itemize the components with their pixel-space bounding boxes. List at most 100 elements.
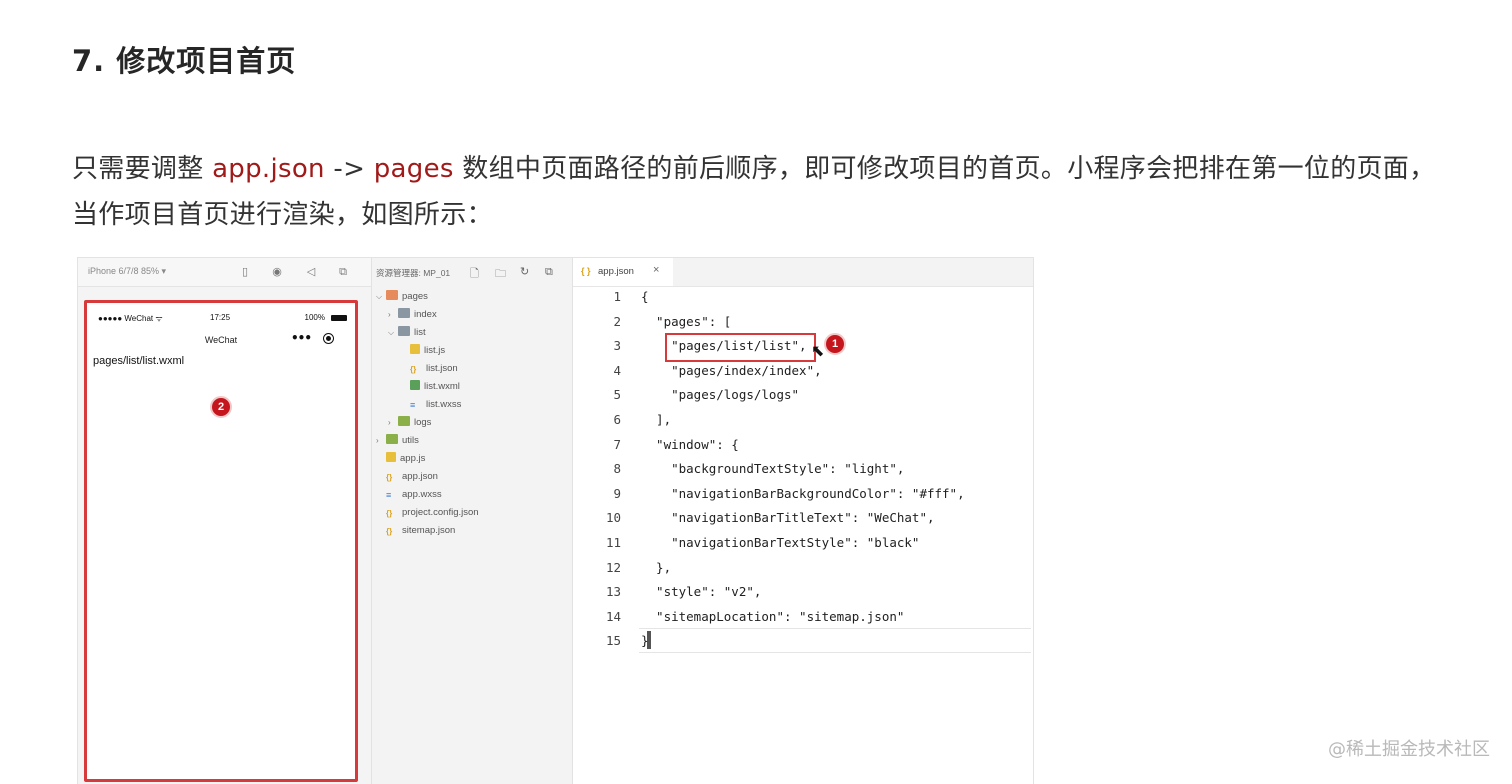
tree-item[interactable]: app.js <box>376 451 425 467</box>
tab-label: app.json <box>598 266 634 277</box>
detach-window-icon[interactable]: ⧉ <box>336 265 350 279</box>
chevron-icon: › <box>388 418 391 427</box>
phone-screen: ●●●●● WeChat ᯤ 17:25 100% WeChat ••• pag… <box>84 300 358 782</box>
line-number: 11 <box>605 535 621 550</box>
device-select[interactable]: iPhone 6/7/8 85% ▾ <box>88 266 166 277</box>
tree-item[interactable]: ⌵ list <box>388 325 426 341</box>
code-line: "backgroundTextStyle": "light", <box>641 461 905 477</box>
tree-item-label: list.wxml <box>424 381 460 392</box>
battery-icon <box>331 315 347 321</box>
new-folder-icon[interactable]: 🗀 <box>495 265 506 284</box>
para-text-2: -> <box>324 154 374 184</box>
line-number: 3 <box>613 338 621 354</box>
tree-item-label: sitemap.json <box>402 525 456 536</box>
line-number: 14 <box>605 608 621 624</box>
line-number: 1 <box>613 289 621 304</box>
tree-item-label: list.js <box>424 345 446 356</box>
code-line: "style": "v2", <box>641 584 762 600</box>
js-icon <box>410 344 420 354</box>
tree-item-label: app.js <box>400 453 426 464</box>
tree-item[interactable]: list.js <box>400 343 445 359</box>
json-file-icon: { } <box>581 266 591 276</box>
tree-item-label: app.json <box>402 471 438 482</box>
intro-paragraph: 只需要调整 app.json -> pages 数组中页面路径的前后顺序，即可修… <box>72 146 1442 238</box>
json-icon: {} <box>410 365 417 374</box>
tree-item[interactable]: › logs <box>388 415 431 431</box>
more-icon[interactable]: ••• <box>291 331 312 345</box>
line-number: 8 <box>613 461 621 477</box>
json-icon: {} <box>386 509 393 518</box>
refresh-icon[interactable]: ↻ <box>520 265 529 278</box>
highlight-box-first-page <box>665 333 816 362</box>
navbar-title: WeChat <box>204 335 238 345</box>
explorer-title: 资源管理器: MP_01 <box>376 268 451 278</box>
simulator-toolbar: iPhone 6/7/8 85% ▾ ▯ ◉ ◁ ⧉ <box>78 258 371 287</box>
json-icon: {} <box>386 527 393 536</box>
line-number: 4 <box>613 362 621 378</box>
code-line: "navigationBarTitleText": "WeChat", <box>641 510 935 526</box>
tree-item[interactable]: {} sitemap.json <box>376 523 455 539</box>
folder-red-icon <box>386 290 398 300</box>
code-app-json: app.json <box>212 154 325 184</box>
tree-item[interactable]: {} app.json <box>376 469 438 485</box>
current-line-highlight <box>639 628 1031 653</box>
tree-item-label: list.wxss <box>426 399 462 410</box>
line-number: 5 <box>613 387 621 403</box>
code-line: "window": { <box>641 436 739 452</box>
mouse-cursor-icon: ⬉ <box>811 341 825 360</box>
file-explorer: 资源管理器: MP_01 🗋 🗀 ↻ ⧉ ⌵ pages › index ⌵ list li… <box>372 258 573 784</box>
folder-gray-icon <box>398 326 410 336</box>
code-line: "pages/index/index", <box>641 362 822 378</box>
line-number: 2 <box>613 313 621 329</box>
section-heading: 7. 修改项目首页 <box>72 44 297 78</box>
js-icon <box>386 452 396 462</box>
folder-gray-icon <box>398 308 410 318</box>
code-line: ], <box>641 412 672 427</box>
tree-item[interactable]: › index <box>388 307 437 323</box>
json-icon: {} <box>386 473 393 482</box>
tree-item[interactable]: ≡ list.wxss <box>400 397 461 413</box>
tree-item-label: project.config.json <box>402 507 479 518</box>
tree-item-label: index <box>414 309 437 320</box>
volume-icon[interactable]: ◁ <box>304 265 318 279</box>
status-time: 17:25 <box>210 313 231 322</box>
para-text-1: 只需要调整 <box>72 154 213 184</box>
tab-app-json[interactable]: { } app.json × <box>573 258 673 286</box>
tree-item[interactable]: {} list.json <box>400 361 458 377</box>
code-line: "pages": [ <box>641 313 732 329</box>
tree-item-label: pages <box>402 291 428 302</box>
line-number: 7 <box>613 436 621 452</box>
record-icon[interactable]: ◉ <box>270 265 284 279</box>
tree-item-label: logs <box>414 417 432 428</box>
close-miniprogram-icon[interactable] <box>323 333 334 344</box>
line-number: 10 <box>605 510 621 526</box>
tree-item[interactable]: ⌵ pages <box>376 289 428 305</box>
page-content-text: pages/list/list.wxml <box>93 355 185 367</box>
collapse-all-icon[interactable]: ⧉ <box>545 265 553 279</box>
chevron-icon: › <box>388 310 391 319</box>
code-line: } <box>641 633 649 649</box>
explorer-header: 资源管理器: MP_01 🗋 🗀 ↻ ⧉ <box>372 258 572 286</box>
line-number: 13 <box>605 584 621 600</box>
simulator-panel: iPhone 6/7/8 85% ▾ ▯ ◉ ◁ ⧉ ●●●●● WeChat … <box>78 258 372 784</box>
status-battery-text: 100% <box>304 313 325 322</box>
line-number: 9 <box>613 485 621 501</box>
tree-item[interactable]: ≡ app.wxss <box>376 487 442 503</box>
code-line: { <box>641 289 649 304</box>
tree-item-label: utils <box>402 435 419 446</box>
wxss-icon: ≡ <box>410 400 416 410</box>
annotation-badge-1: 1 <box>824 333 846 355</box>
devtools-screenshot: iPhone 6/7/8 85% ▾ ▯ ◉ ◁ ⧉ ●●●●● WeChat … <box>77 257 1034 784</box>
new-file-icon[interactable]: 🗋 <box>470 265 479 284</box>
code-line: "pages/logs/logs" <box>641 387 800 403</box>
status-carrier: ●●●●● WeChat ᯤ <box>98 314 163 323</box>
tree-item[interactable]: › utils <box>376 433 419 449</box>
wxss-icon: ≡ <box>386 490 392 500</box>
line-number: 12 <box>605 559 621 575</box>
phone-icon[interactable]: ▯ <box>238 265 252 279</box>
code-editor: { } app.json × 1 2 3 4 5 6 7 8 9 10 11 12 13 14 15 { "… <box>573 258 1033 784</box>
tree-item[interactable]: list.wxml <box>400 379 460 395</box>
close-tab-icon[interactable]: × <box>653 264 659 276</box>
chevron-icon: › <box>376 436 379 445</box>
tree-item[interactable]: {} project.config.json <box>376 505 479 521</box>
